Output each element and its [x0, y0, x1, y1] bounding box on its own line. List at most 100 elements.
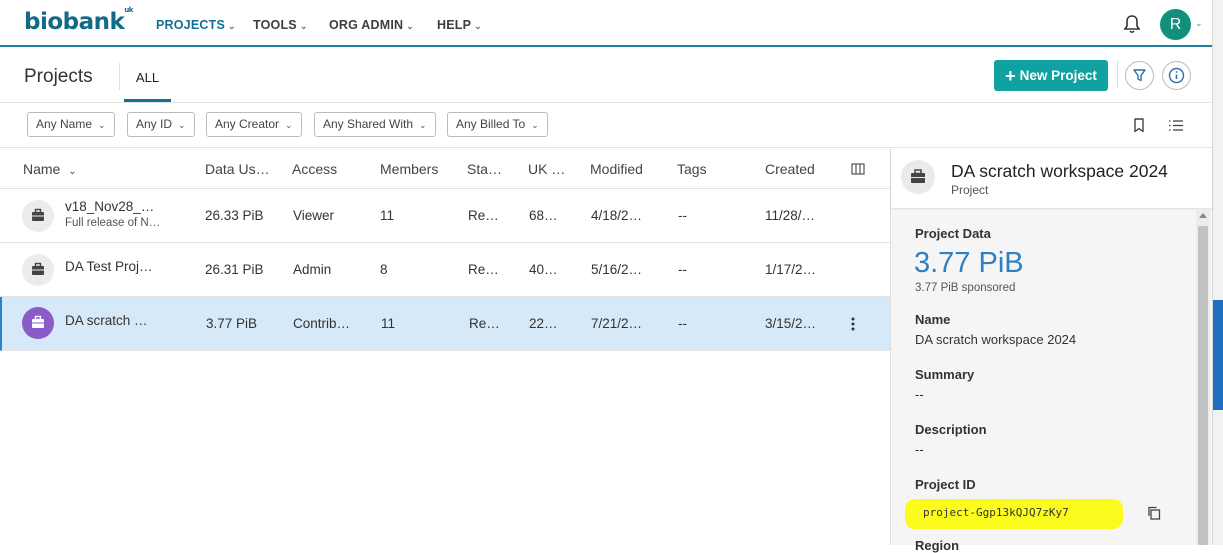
scrollbar-thumb[interactable] [1198, 226, 1208, 545]
project-icon [22, 307, 54, 339]
modified: 5/16/2… [591, 262, 643, 277]
members: 8 [380, 262, 388, 277]
new-project-button[interactable]: + New Project [994, 60, 1108, 91]
data-usage: 26.31 PiB [205, 262, 264, 277]
data-usage: 3.77 PiB [206, 316, 258, 331]
uk-value: 68… [529, 208, 558, 223]
more-vertical-icon[interactable] [850, 316, 856, 332]
nav-help[interactable]: HELP ⌄ [437, 18, 482, 32]
scroll-up-arrow-icon[interactable] [1199, 213, 1207, 218]
biobank-logo[interactable]: biobankuk [24, 6, 133, 35]
scrollbar[interactable] [1196, 210, 1210, 545]
columns-icon[interactable] [851, 163, 865, 175]
next-field-label: Region [915, 538, 960, 553]
members: 11 [380, 208, 395, 223]
column-header-status[interactable]: Sta… [467, 161, 502, 177]
chevron-down-icon: ⌄ [68, 166, 77, 177]
info-button[interactable] [1162, 61, 1191, 90]
nav-tools[interactable]: TOOLS ⌄ [253, 18, 308, 32]
tags: -- [678, 316, 687, 331]
status: Re… [468, 262, 499, 277]
bookmark-icon[interactable] [1133, 118, 1145, 133]
details-panel-header: DA scratch workspace 2024 Project [891, 149, 1212, 209]
modified: 7/21/2… [591, 316, 643, 331]
top-nav: biobankuk PROJECTS ⌄ TOOLS ⌄ ORG ADMIN ⌄ HE… [0, 0, 1212, 47]
chevron-down-icon: ⌄ [406, 21, 414, 31]
nav-org-admin[interactable]: ORG ADMIN ⌄ [329, 18, 414, 32]
page-title: Projects [24, 66, 93, 87]
status: Re… [469, 316, 500, 331]
project-name[interactable]: DA Test Proj… [65, 259, 153, 274]
filter-button[interactable] [1125, 61, 1154, 90]
table-row[interactable]: DA Test Proj… 26.31 PiB Admin 8 Re… 40… … [0, 243, 891, 297]
description-value: -- [915, 442, 924, 457]
project-name[interactable]: v18_Nov28_… [65, 199, 154, 214]
column-header-data-usage[interactable]: Data Us… [205, 161, 270, 177]
taskbar-accent [1213, 300, 1223, 410]
project-description: Full release of N… [65, 217, 161, 229]
name-label: Name [915, 312, 951, 327]
filter-id[interactable]: Any ID ⌄ [127, 112, 195, 137]
project-name[interactable]: DA scratch … [65, 313, 148, 328]
chevron-down-icon: ⌄ [98, 120, 106, 130]
tags: -- [678, 262, 687, 277]
chevron-down-icon: ⌄ [285, 120, 293, 130]
created: 11/28/… [765, 208, 816, 223]
filter-billed-to[interactable]: Any Billed To ⌄ [447, 112, 548, 137]
table-row[interactable]: v18_Nov28_… Full release of N… 26.33 PiB… [0, 189, 891, 243]
uk-value: 22… [529, 316, 558, 331]
access: Contrib… [293, 316, 351, 331]
page-header: Projects ALL + New Project [0, 49, 1212, 103]
chevron-down-icon: ⌄ [531, 120, 539, 130]
window-edge [1212, 0, 1223, 545]
info-icon [1168, 67, 1185, 84]
chevron-down-icon: ⌄ [299, 21, 308, 31]
filter-icon [1133, 69, 1146, 82]
divider [1117, 61, 1118, 89]
list-icon[interactable] [1168, 119, 1184, 132]
chevron-down-icon: ⌄ [419, 120, 427, 130]
table-row-selected[interactable]: DA scratch … 3.77 PiB Contrib… 11 Re… 22… [0, 297, 891, 351]
plus-icon: + [1005, 66, 1016, 86]
avatar[interactable]: R [1160, 9, 1191, 40]
nav-projects[interactable]: PROJECTS ⌄ [156, 18, 236, 32]
details-type: Project [951, 183, 989, 197]
filter-bar: Any Name ⌄ Any ID ⌄ Any Creator ⌄ Any Share… [0, 103, 1212, 148]
details-panel: Project Data 3.77 PiB 3.77 PiB sponsored… [891, 210, 1212, 553]
created: 3/15/2… [765, 316, 817, 331]
chevron-down-icon: ⌄ [227, 21, 236, 31]
data-usage: 26.33 PiB [205, 208, 264, 223]
column-header-tags[interactable]: Tags [677, 161, 707, 177]
uk-value: 40… [529, 262, 558, 277]
column-header-created[interactable]: Created [765, 161, 815, 177]
project-icon [901, 160, 935, 194]
column-header-modified[interactable]: Modified [590, 161, 643, 177]
description-label: Description [915, 422, 987, 437]
status: Re… [468, 208, 499, 223]
project-id-label: Project ID [915, 477, 976, 492]
project-id-value[interactable]: project-Ggp13kQJQ7zKy7 [923, 506, 1118, 519]
chevron-down-icon[interactable]: ⌄ [1195, 18, 1203, 29]
filter-name[interactable]: Any Name ⌄ [27, 112, 115, 137]
bell-icon[interactable] [1123, 14, 1141, 34]
filter-creator[interactable]: Any Creator ⌄ [206, 112, 302, 137]
column-header-name[interactable]: Name ⌄ [23, 161, 77, 177]
column-header-members[interactable]: Members [380, 161, 438, 177]
column-header-access[interactable]: Access [292, 161, 337, 177]
created: 1/17/2… [765, 262, 817, 277]
summary-value: -- [915, 387, 924, 402]
access: Viewer [293, 208, 335, 223]
filter-shared-with[interactable]: Any Shared With ⌄ [314, 112, 436, 137]
copy-icon[interactable] [1147, 506, 1161, 520]
name-value: DA scratch workspace 2024 [915, 332, 1077, 347]
project-data-sponsored: 3.77 PiB sponsored [915, 282, 1016, 294]
table-header: Name ⌄ Data Us… Access Members Sta… UK …… [0, 149, 891, 189]
chevron-down-icon: ⌄ [178, 120, 186, 130]
tab-all[interactable]: ALL [124, 49, 171, 102]
summary-label: Summary [915, 367, 975, 382]
chevron-down-icon: ⌄ [474, 21, 482, 31]
details-title: DA scratch workspace 2024 [951, 161, 1168, 181]
column-header-uk[interactable]: UK … [528, 161, 565, 177]
tags: -- [678, 208, 687, 223]
project-data-value: 3.77 PiB [914, 247, 1024, 279]
